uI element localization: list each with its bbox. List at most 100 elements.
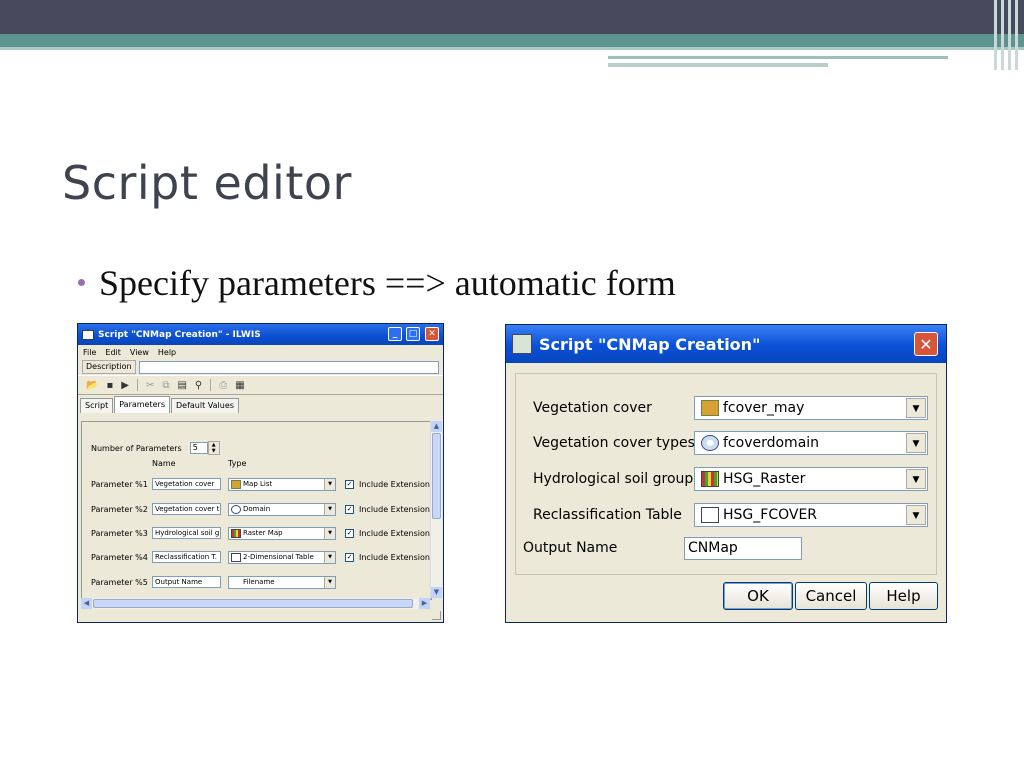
menu-view[interactable]: View (130, 348, 149, 357)
close-button[interactable]: ✕ (425, 327, 439, 341)
parameter-type-value: Domain (243, 505, 271, 513)
dialog-titlebar[interactable]: Script "CNMap Creation" ✕ (506, 325, 946, 363)
parameter-type-select[interactable]: 2-Dimensional Table ▼ (228, 550, 336, 564)
parameter-label: Parameter %1 (91, 479, 148, 489)
decorative-stripe (994, 0, 997, 70)
description-label: Description (82, 360, 136, 374)
editor-titlebar[interactable]: Script "CNMap Creation" - ILWIS _ □ ✕ (78, 324, 443, 345)
vegetation-cover-select[interactable]: fcover_may ▼ (694, 396, 928, 420)
scroll-thumb[interactable] (432, 433, 441, 519)
spinner-control[interactable]: ▲ ▼ (207, 441, 220, 455)
parameter-type-select[interactable]: Raster Map ▼ (228, 526, 336, 540)
menu-help[interactable]: Help (158, 348, 176, 357)
include-extension-checkbox[interactable]: ✓ (345, 504, 354, 514)
copy-icon[interactable]: ⧉ (162, 380, 169, 391)
field-value: HSG_Raster (723, 471, 806, 487)
vertical-scrollbar[interactable]: ▲ ▼ (430, 421, 442, 598)
parameter-name-input[interactable]: Vegetation cover t (152, 503, 221, 515)
table-icon (701, 507, 719, 523)
tab-bar: Script Parameters Default Values (78, 396, 443, 413)
maximize-button[interactable]: □ (406, 327, 420, 341)
save-icon[interactable]: ▪ (106, 380, 113, 391)
decorative-stripe (1015, 0, 1018, 70)
menu-file[interactable]: File (83, 348, 96, 357)
number-of-parameters-row: Number of Parameters 5 ▲ ▼ (91, 441, 220, 455)
field-label: Reclassification Table (533, 507, 682, 523)
scroll-down-icon[interactable]: ▼ (431, 587, 442, 598)
run-icon[interactable]: ▶ (121, 380, 129, 391)
hydrological-soil-groups-select[interactable]: HSG_Raster ▼ (694, 467, 928, 491)
decorative-stripe (1001, 0, 1004, 70)
parameter-row: Parameter %4 Reclassification T. 2-Dimen… (91, 550, 430, 564)
toolbar-separator (210, 379, 212, 391)
ok-button[interactable]: OK (723, 582, 793, 610)
number-of-parameters-input[interactable]: 5 (189, 442, 208, 454)
output-name-input[interactable]: CNMap (684, 537, 802, 560)
parameter-type-select[interactable]: Filename ▼ (228, 575, 336, 589)
parameter-type-value: Raster Map (243, 529, 283, 537)
field-value: HSG_FCOVER (723, 507, 818, 523)
parameter-name-input[interactable]: Reclassification T. (152, 551, 221, 563)
include-extension-checkbox[interactable]: ✓ (345, 552, 354, 562)
column-header-type: Type (228, 459, 247, 468)
parameter-label: Parameter %2 (91, 504, 148, 514)
slide-header-bar (0, 0, 1024, 34)
open-folder-icon[interactable]: 📂 (86, 380, 98, 391)
domain-icon (231, 504, 241, 514)
menu-bar: File Edit View Help (78, 345, 443, 359)
parameter-type-value: Map List (243, 480, 273, 488)
parameter-row: Parameter %1 Vegetation cover Map List ▼… (91, 477, 430, 491)
resize-grip[interactable] (432, 611, 441, 620)
map-list-icon (701, 400, 719, 416)
description-row: Description (78, 359, 443, 375)
minimize-button[interactable]: _ (388, 327, 402, 341)
parameter-name-input[interactable]: Hydrological soil g (152, 527, 221, 539)
app-icon (82, 329, 94, 340)
horizontal-scrollbar[interactable]: ◀ ▶ (81, 598, 430, 609)
menu-edit[interactable]: Edit (105, 348, 121, 357)
parameter-row: Parameter %5 Output Name Filename ▼ (91, 575, 336, 589)
tab-script[interactable]: Script (80, 398, 114, 413)
paste-icon[interactable]: ▤ (177, 380, 186, 391)
cut-icon[interactable]: ✂ (146, 380, 154, 391)
print-icon[interactable]: ⎙ (219, 380, 227, 391)
decorative-line (608, 63, 828, 67)
raster-map-icon (231, 528, 241, 538)
vegetation-cover-types-select[interactable]: fcoverdomain ▼ (694, 431, 928, 455)
scroll-up-icon[interactable]: ▲ (431, 421, 442, 432)
field-value: fcoverdomain (723, 435, 820, 451)
parameter-label: Parameter %3 (91, 528, 148, 538)
cancel-button[interactable]: Cancel (795, 582, 867, 610)
chevron-down-icon: ▼ (324, 503, 335, 515)
scroll-right-icon[interactable]: ▶ (419, 598, 430, 609)
slide-accent-line (0, 47, 1024, 50)
scroll-left-icon[interactable]: ◀ (81, 598, 92, 609)
parameter-type-value: 2-Dimensional Table (243, 553, 314, 561)
parameter-type-select[interactable]: Map List ▼ (228, 477, 336, 491)
include-extension-checkbox[interactable]: ✓ (345, 479, 354, 489)
tab-parameters[interactable]: Parameters (114, 396, 170, 413)
help-button[interactable]: Help (869, 582, 938, 610)
editor-title: Script "CNMap Creation" - ILWIS (98, 329, 261, 340)
description-input[interactable] (138, 360, 439, 374)
toolbar-separator (136, 379, 138, 391)
close-button[interactable]: ✕ (914, 332, 938, 356)
chevron-down-icon: ▼ (324, 527, 335, 539)
bullet-text: Specify parameters ==> automatic form (99, 263, 676, 303)
number-of-parameters-label: Number of Parameters (91, 443, 182, 453)
include-extension-label: Include Extension (359, 479, 430, 489)
include-extension-label: Include Extension (359, 528, 430, 538)
parameter-type-select[interactable]: Domain ▼ (228, 502, 336, 516)
parameters-panel: Number of Parameters 5 ▲ ▼ Name Type Para… (81, 421, 432, 600)
find-icon[interactable]: ⚲ (195, 380, 202, 391)
parameter-name-input[interactable]: Vegetation cover (152, 478, 221, 490)
include-extension-checkbox[interactable]: ✓ (345, 528, 354, 538)
tab-default-values[interactable]: Default Values (171, 398, 239, 413)
reclassification-table-select[interactable]: HSG_FCOVER ▼ (694, 503, 928, 527)
properties-icon[interactable]: ▦ (235, 380, 244, 391)
slide-accent-bar (0, 34, 1024, 47)
scroll-thumb[interactable] (93, 599, 413, 608)
parameter-name-input[interactable]: Output Name (152, 576, 221, 588)
include-extension-label: Include Extension (359, 552, 430, 562)
form-dialog-window: Script "CNMap Creation" ✕ Vegetation cov… (505, 324, 947, 623)
